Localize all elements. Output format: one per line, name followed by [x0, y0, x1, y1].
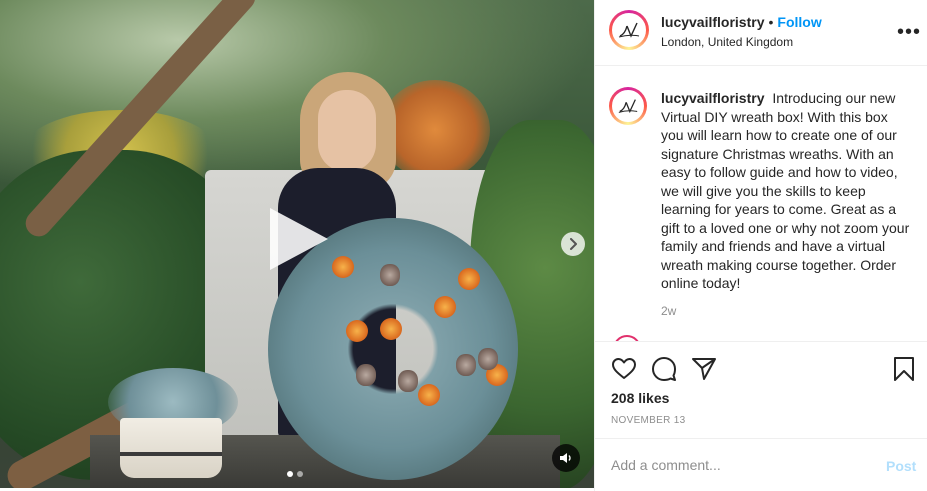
- wreath-orange: [380, 318, 402, 340]
- post-details-panel: lucyvailfloristry • Follow London, United …: [594, 0, 927, 491]
- carousel-indicator: [287, 471, 303, 477]
- carousel-dot: [287, 471, 293, 477]
- caption-section: lucyvailfloristry Introducing our new Vi…: [595, 67, 927, 341]
- avatar[interactable]: [609, 87, 647, 125]
- post-actions: 208 likes NOVEMBER 13: [595, 341, 927, 438]
- comment-box: Post: [595, 438, 927, 491]
- post-comment-button[interactable]: Post: [886, 458, 916, 474]
- wreath-orange: [434, 296, 456, 318]
- wreath-pinecone: [456, 354, 476, 376]
- heart-icon: [612, 358, 636, 379]
- play-icon: [270, 208, 328, 270]
- caption-body: Introducing our new Virtual DIY wreath b…: [661, 90, 910, 291]
- background-foliage: [380, 80, 490, 180]
- comment-input[interactable]: [611, 454, 861, 476]
- more-options-button[interactable]: •••: [897, 22, 921, 42]
- header-user-line: lucyvailfloristry • Follow: [661, 14, 822, 30]
- carousel-dot: [297, 471, 303, 477]
- caption-time-ago[interactable]: 2w: [661, 304, 676, 318]
- wreath-orange: [458, 268, 480, 290]
- caption-username-link[interactable]: lucyvailfloristry: [661, 90, 765, 106]
- comment-button[interactable]: [651, 356, 677, 382]
- wreath-pinecone: [380, 264, 400, 286]
- brand-logo-icon: [618, 22, 640, 38]
- send-icon: [692, 358, 716, 380]
- share-button[interactable]: [691, 356, 717, 382]
- post-media[interactable]: [0, 0, 594, 488]
- play-button[interactable]: [266, 206, 330, 272]
- wreath-pinecone: [356, 364, 376, 386]
- wreath-pinecone: [398, 370, 418, 392]
- brand-logo-icon: [618, 99, 638, 114]
- avatar-image: [612, 13, 646, 47]
- wreath-orange: [418, 384, 440, 406]
- plant-pot: [120, 418, 222, 478]
- more-icon: •••: [897, 21, 922, 43]
- carousel-next-button[interactable]: [561, 232, 585, 256]
- username-link[interactable]: lucyvailfloristry: [661, 14, 765, 30]
- avatar-image: [612, 90, 644, 122]
- save-button[interactable]: [891, 356, 917, 382]
- post-date[interactable]: NOVEMBER 13: [611, 415, 685, 426]
- location-link[interactable]: London, United Kingdom: [661, 35, 793, 49]
- separator-dot: •: [768, 14, 774, 30]
- wreath-orange: [332, 256, 354, 278]
- post-header: lucyvailfloristry • Follow London, United …: [595, 0, 927, 66]
- wreath-orange: [346, 320, 368, 342]
- plant-pot-band: [120, 452, 222, 456]
- comment-icon: [652, 357, 676, 381]
- caption-text: lucyvailfloristry Introducing our new Vi…: [661, 89, 911, 293]
- audio-toggle-button[interactable]: [552, 444, 580, 472]
- person-face: [318, 90, 376, 172]
- chevron-right-icon: [570, 238, 577, 250]
- wreath-pinecone: [478, 348, 498, 370]
- speaker-icon: [560, 453, 571, 463]
- likes-count[interactable]: 208 likes: [611, 390, 669, 406]
- follow-button[interactable]: Follow: [777, 14, 821, 30]
- avatar[interactable]: [609, 10, 649, 50]
- like-button[interactable]: [611, 356, 637, 382]
- bookmark-icon: [894, 357, 914, 381]
